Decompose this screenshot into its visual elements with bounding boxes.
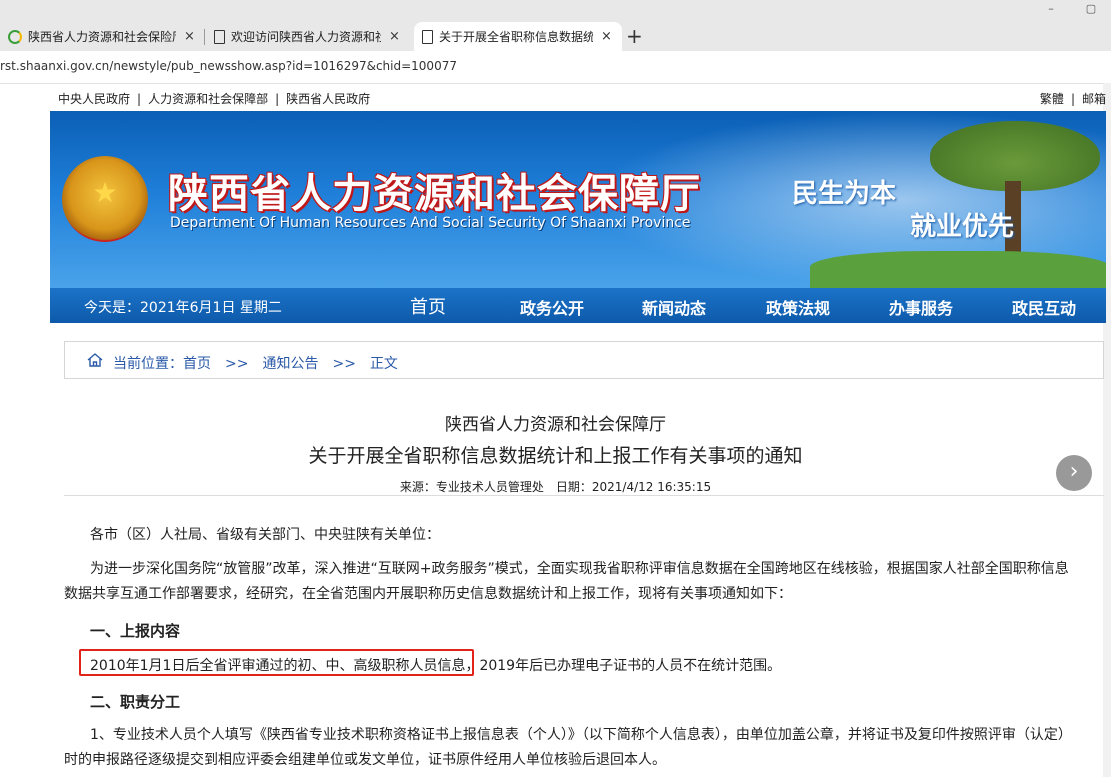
site-banner: ★ 陕西省人力资源和社会保障厅 Department Of Human Reso… — [50, 111, 1106, 288]
browser-tab-3-active[interactable]: 关于开展全省职称信息数据统计 × — [414, 22, 622, 51]
national-emblem-icon: ★ — [62, 156, 148, 242]
top-links-right: 繁體 | 邮箱 — [1040, 90, 1106, 107]
article-meta: 来源：专业技术人员管理处 日期：2021/4/12 16:35:15 — [0, 478, 1111, 495]
new-tab-button[interactable]: + — [626, 22, 643, 50]
tab-separator — [204, 29, 205, 45]
page-icon — [214, 29, 225, 44]
separator: | — [1070, 92, 1075, 106]
maximize-button[interactable]: ▢ — [1071, 0, 1111, 20]
breadcrumb-notices[interactable]: 通知公告 — [262, 356, 318, 372]
window-controls: – ▢ — [1031, 0, 1111, 20]
breadcrumb-separator: >> — [332, 356, 356, 372]
link-shaanxi-gov[interactable]: 陕西省人民政府 — [286, 92, 370, 106]
minimize-button[interactable]: – — [1031, 0, 1071, 20]
grass-graphic — [810, 251, 1106, 288]
slogan-2: 就业优先 — [910, 212, 1015, 242]
close-tab-icon[interactable]: × — [184, 29, 195, 44]
close-tab-icon[interactable]: × — [601, 29, 612, 44]
main-nav: 今天是：2021年6月1日 星期二 首页 政务公开 新闻动态 政策法规 办事服务… — [50, 288, 1106, 323]
next-arrow-icon[interactable]: › — [1056, 455, 1092, 491]
nav-services[interactable]: 办事服务 — [889, 295, 953, 319]
site-subtitle-en: Department Of Human Resources And Social… — [170, 215, 691, 231]
url-text[interactable]: rst.shaanxi.gov.cn/newstyle/pub_newsshow… — [0, 59, 457, 73]
breadcrumb-current: 正文 — [369, 356, 398, 372]
nav-gov-affairs[interactable]: 政务公开 — [520, 295, 584, 319]
home-icon — [87, 353, 103, 367]
nav-news[interactable]: 新闻动态 — [642, 295, 706, 319]
top-links: 中央人民政府 | 人力资源和社会保障部 | 陕西省人民政府 — [58, 90, 370, 107]
link-mohrss[interactable]: 人力资源和社会保障部 — [148, 92, 268, 106]
article-date: 日期：2021/4/12 16:35:15 — [555, 480, 712, 494]
breadcrumb: 当前位置：首页 >> 通知公告 >> 正文 — [64, 341, 1104, 379]
link-mail[interactable]: 邮箱 — [1082, 92, 1106, 106]
article-org: 陕西省人力资源和社会保障厅 — [445, 415, 666, 435]
browser-tab-2[interactable]: 欢迎访问陕西省人力资源和社会 × — [206, 22, 410, 51]
browser-tab-1[interactable]: 陕西省人力资源和社会保险厅_36 × — [0, 22, 200, 51]
paragraph-1: 为进一步深化国务院“放管服”改革，深入推进“互联网+政务服务”模式，全面实现我省… — [64, 561, 1069, 602]
paragraph-2-rest: 2019年后已办理电子证书的人员不在统计范围。 — [479, 658, 782, 674]
browser-360-icon — [8, 29, 22, 44]
tab-title: 关于开展全省职称信息数据统计 — [439, 30, 593, 44]
current-date: 今天是：2021年6月1日 星期二 — [84, 300, 282, 316]
red-highlight-box — [79, 649, 474, 676]
slogan-1: 民生为本 — [792, 179, 897, 209]
page-icon — [422, 29, 433, 44]
tab-title: 欢迎访问陕西省人力资源和社会 — [231, 30, 381, 44]
salutation: 各市（区）人社局、省级有关部门、中央驻陕有关单位： — [90, 527, 440, 543]
link-traditional[interactable]: 繁體 — [1040, 92, 1064, 106]
breadcrumb-separator: >> — [225, 356, 249, 372]
browser-tab-bar: – ▢ 陕西省人力资源和社会保险厅_36 × 欢迎访问陕西省人力资源和社会 × … — [0, 0, 1111, 51]
address-bar[interactable]: rst.shaanxi.gov.cn/newstyle/pub_newsshow… — [0, 51, 1111, 84]
link-central-gov[interactable]: 中央人民政府 — [58, 92, 130, 106]
divider — [64, 495, 1104, 496]
separator: | — [137, 92, 142, 106]
separator: | — [275, 92, 280, 106]
section-heading-2: 二、职责分工 — [90, 693, 181, 711]
nav-home[interactable]: 首页 — [410, 293, 446, 319]
site-title: 陕西省人力资源和社会保障厅 — [168, 171, 701, 217]
paragraph-3: 1、专业技术人员个人填写《陕西省专业技术职称资格证书上报信息表（个人）》（以下简… — [64, 727, 1072, 768]
nav-interaction[interactable]: 政民互动 — [1012, 295, 1076, 319]
article-source: 来源：专业技术人员管理处 — [399, 480, 544, 494]
close-tab-icon[interactable]: × — [389, 29, 400, 44]
section-heading-1: 一、上报内容 — [90, 622, 181, 640]
article-title: 关于开展全省职称信息数据统计和上报工作有关事项的通知 — [308, 445, 803, 467]
breadcrumb-home[interactable]: 首页 — [183, 356, 211, 372]
tab-title: 陕西省人力资源和社会保险厅_36 — [28, 30, 176, 44]
nav-policy[interactable]: 政策法规 — [766, 295, 830, 319]
breadcrumb-label: 当前位置： — [113, 356, 183, 372]
